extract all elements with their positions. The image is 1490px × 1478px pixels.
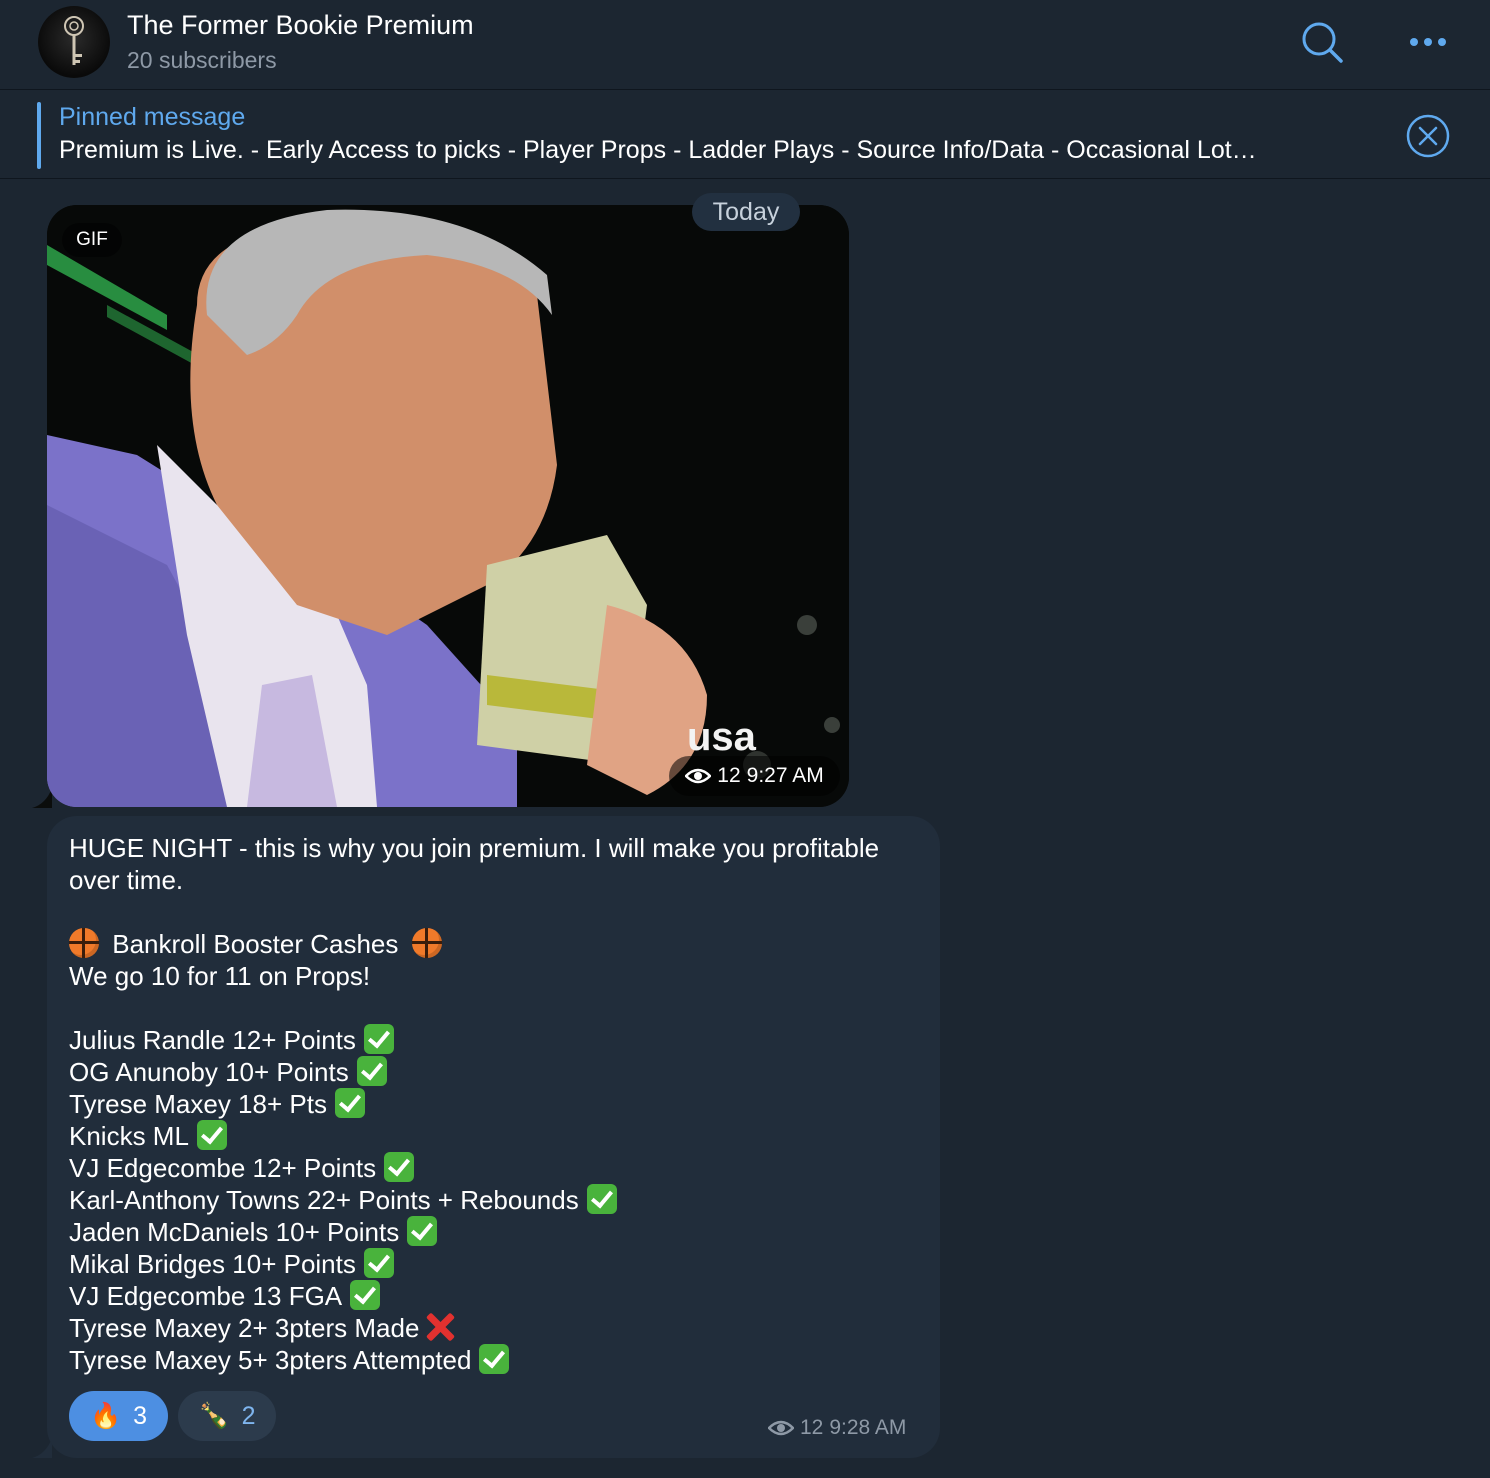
- gif-meta: 12 9:27 AM: [669, 756, 840, 796]
- reaction-count: 2: [241, 1401, 256, 1430]
- pick-item: VJ Edgecombe 13 FGA: [69, 1280, 929, 1312]
- channel-title[interactable]: The Former Bookie Premium: [127, 10, 474, 41]
- more-icon: [1410, 38, 1446, 46]
- views-icon: [768, 1420, 794, 1436]
- pick-text: Tyrese Maxey 2+ 3pters Made: [69, 1313, 420, 1343]
- check-mark-icon: [384, 1152, 415, 1182]
- more-button[interactable]: [1404, 18, 1452, 66]
- pick-item: Tyrese Maxey 2+ 3pters Made: [69, 1312, 929, 1344]
- gif-message[interactable]: usa: [47, 205, 849, 807]
- check-mark-icon: [586, 1184, 617, 1214]
- check-mark-icon: [363, 1024, 394, 1054]
- pinned-accent-bar: [37, 102, 41, 169]
- basketball-icon: [411, 928, 442, 958]
- pick-text: Julius Randle 12+ Points: [69, 1025, 356, 1055]
- search-button[interactable]: [1298, 18, 1346, 66]
- pick-text: Tyrese Maxey 18+ Pts: [69, 1089, 327, 1119]
- message-heading: Bankroll Booster Cashes: [112, 929, 399, 959]
- gif-badge: GIF: [62, 223, 122, 257]
- picks-list: Julius Randle 12+ Points OG Anunoby 10+ P…: [69, 1024, 929, 1376]
- pick-text: VJ Edgecombe 13 FGA: [69, 1281, 343, 1311]
- cross-mark-icon: [425, 1312, 455, 1342]
- gif-time: 9:27 AM: [746, 764, 824, 787]
- pick-text: OG Anunoby 10+ Points: [69, 1057, 349, 1087]
- message-meta: 12 9:28 AM: [768, 1416, 906, 1440]
- pinned-text: Premium is Live. - Early Access to picks…: [59, 136, 1257, 164]
- views-icon: [685, 768, 712, 784]
- gif-image: usa: [47, 205, 849, 807]
- pick-text: Mikal Bridges 10+ Points: [69, 1249, 356, 1279]
- subscriber-count: 20 subscribers: [127, 47, 277, 73]
- search-icon: [1302, 22, 1343, 63]
- gif-views: 12: [717, 764, 741, 787]
- check-mark-icon: [334, 1088, 365, 1118]
- pinned-label: Pinned message: [59, 103, 246, 131]
- pick-item: VJ Edgecombe 12+ Points: [69, 1152, 929, 1184]
- usa-watermark: usa: [687, 715, 757, 759]
- pick-item: Tyrese Maxey 5+ 3pters Attempted: [69, 1344, 929, 1376]
- check-mark-icon: [356, 1056, 387, 1086]
- bottle-icon: 🍾: [198, 1401, 230, 1430]
- check-mark-icon: [479, 1344, 510, 1374]
- chat-header: The Former Bookie Premium 20 subscribers: [0, 0, 1490, 90]
- pick-text: VJ Edgecombe 12+ Points: [69, 1153, 377, 1183]
- check-mark-icon: [196, 1120, 227, 1150]
- pick-item: Mikal Bridges 10+ Points: [69, 1248, 929, 1280]
- basketball-icon: [69, 928, 99, 958]
- reaction-count: 3: [133, 1401, 148, 1430]
- pick-item: Karl-Anthony Towns 22+ Points + Rebounds: [69, 1184, 929, 1216]
- message-intro: HUGE NIGHT - this is why you join premiu…: [69, 833, 880, 895]
- pick-item: Tyrese Maxey 18+ Pts: [69, 1088, 929, 1120]
- check-mark-icon: [350, 1280, 381, 1310]
- date-separator: Today: [692, 193, 800, 231]
- reaction-fire[interactable]: 🔥 3: [69, 1391, 168, 1441]
- fire-icon: 🔥: [89, 1401, 122, 1430]
- pick-text: Jaden McDaniels 10+ Points: [69, 1217, 400, 1247]
- key-icon: [64, 16, 84, 65]
- pick-item: Jaden McDaniels 10+ Points: [69, 1216, 929, 1248]
- close-pinned-icon[interactable]: [1404, 112, 1452, 160]
- message-summary: We go 10 for 11 on Props!: [69, 961, 371, 991]
- channel-avatar[interactable]: [38, 6, 110, 78]
- message-body: HUGE NIGHT - this is why you join premiu…: [69, 832, 929, 1376]
- message-views: 12: [800, 1416, 824, 1439]
- pick-item: OG Anunoby 10+ Points: [69, 1056, 929, 1088]
- pick-text: Knicks ML: [69, 1121, 189, 1151]
- pick-text: Tyrese Maxey 5+ 3pters Attempted: [69, 1345, 472, 1375]
- pick-item: Julius Randle 12+ Points: [69, 1024, 929, 1056]
- message-heading-line: Bankroll Booster Cashes: [69, 928, 929, 960]
- check-mark-icon: [363, 1248, 394, 1278]
- pick-item: Knicks ML: [69, 1120, 929, 1152]
- message-time: 9:28 AM: [829, 1416, 907, 1439]
- bubble-tail: [32, 788, 52, 808]
- pinned-message-bar[interactable]: Pinned message Premium is Live. - Early …: [0, 91, 1490, 179]
- reaction-bottle[interactable]: 🍾 2: [178, 1391, 276, 1441]
- pick-text: Karl-Anthony Towns 22+ Points + Rebounds: [69, 1185, 579, 1215]
- check-mark-icon: [407, 1216, 438, 1246]
